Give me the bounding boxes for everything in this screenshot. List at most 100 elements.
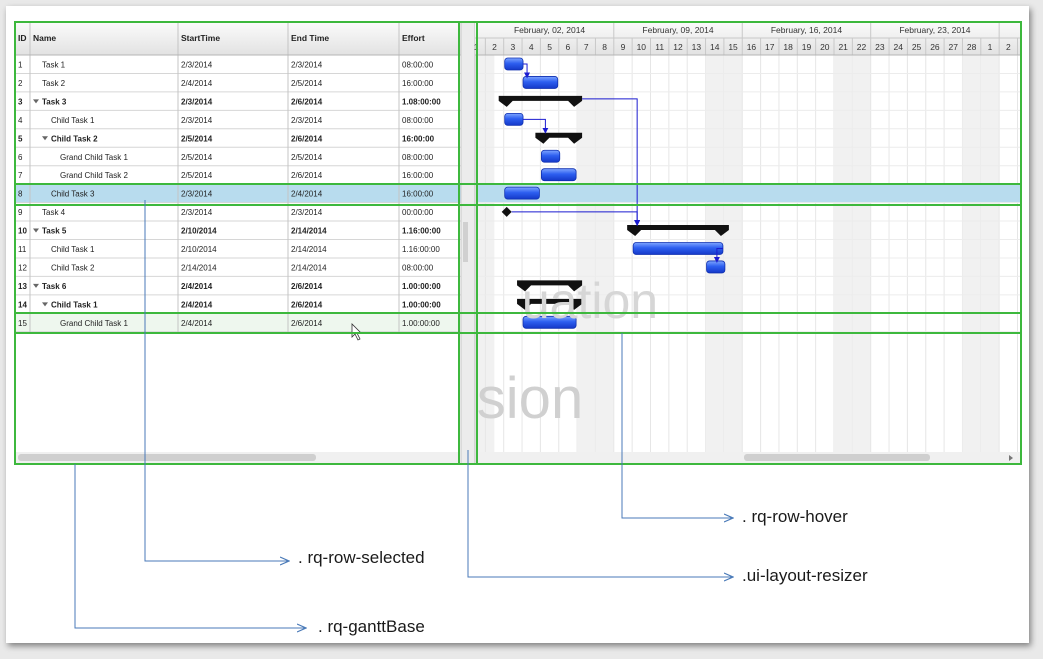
weekend-column: [962, 55, 981, 452]
cell-start-time: 2/10/2014: [181, 227, 217, 236]
annotation-layout-resizer: .ui-layout-resizer: [742, 566, 868, 585]
cell-start-time: 2/10/2014: [181, 245, 217, 254]
cell-name: Child Task 2: [51, 134, 98, 143]
cell-id: 14: [18, 300, 27, 309]
cell-start-time: 2/4/2014: [181, 282, 213, 291]
cell-id: 4: [18, 116, 23, 125]
watermark-line2: sion: [477, 366, 583, 431]
cell-name: Task 2: [42, 79, 66, 88]
cell-effort: 1.00:00:00: [402, 300, 441, 309]
day-label: 2: [492, 42, 497, 52]
column-header: StartTime: [181, 33, 220, 43]
day-label: 22: [857, 42, 867, 52]
gantt-chart: 1 2 3 4 5 6 7 8 9 10 11 12 13 14 15 16 17 18 19 20 21 22 23 24 2…: [474, 21, 1022, 465]
layout-resizer[interactable]: [460, 21, 476, 465]
week-label: February, 23, 2014: [899, 25, 970, 35]
cell-effort: 16:00:00: [402, 190, 434, 199]
cell-name: Task 6: [42, 282, 67, 291]
cell-id: 8: [18, 190, 23, 199]
task-bar[interactable]: [522, 76, 559, 89]
cell-effort: 00:00:00: [402, 208, 434, 217]
day-label: 1: [988, 42, 993, 52]
task-bar[interactable]: [504, 186, 540, 200]
cell-effort: 08:00:00: [402, 263, 434, 272]
column-header: ID: [18, 33, 27, 43]
cell-end-time: 2/6/2014: [291, 300, 323, 309]
cell-name: Child Task 1: [51, 245, 95, 254]
cell-id: 15: [18, 319, 27, 328]
cell-name: Task 1: [42, 61, 66, 70]
task-bar[interactable]: [706, 260, 726, 274]
column-header: End Time: [291, 33, 329, 43]
day-label: 7: [584, 42, 589, 52]
annotation-row-selected: . rq-row-selected: [298, 548, 425, 567]
day-label: 9: [621, 42, 626, 52]
day-label: 8: [602, 42, 607, 52]
cell-effort: 08:00:00: [402, 116, 434, 125]
day-label: 15: [728, 42, 738, 52]
task-bar[interactable]: [541, 149, 561, 163]
cell-start-time: 2/4/2014: [181, 319, 213, 328]
cell-end-time: 2/3/2014: [291, 61, 323, 70]
cell-name: Child Task 1: [51, 116, 95, 125]
task-bar[interactable]: [504, 112, 524, 126]
day-label: 18: [783, 42, 793, 52]
cell-start-time: 2/5/2014: [181, 134, 213, 143]
week-label: February, 02, 2014: [514, 25, 585, 35]
day-label: 3: [511, 42, 516, 52]
weekend-column: [834, 55, 853, 452]
grid-header: [15, 22, 461, 55]
cell-start-time: 2/4/2014: [181, 79, 213, 88]
cell-name: Task 3: [42, 97, 67, 106]
task-bar[interactable]: [541, 168, 577, 182]
cell-start-time: 2/3/2014: [181, 190, 213, 199]
cell-effort: 1.00:00:00: [402, 282, 441, 291]
cell-id: 1: [18, 61, 23, 70]
cell-effort: 08:00:00: [402, 153, 434, 162]
task-bar[interactable]: [632, 242, 724, 255]
cell-id: 2: [18, 79, 23, 88]
cell-end-time: 2/4/2014: [291, 190, 323, 199]
cell-effort: 1.16:00:00: [402, 245, 440, 254]
day-label: 6: [566, 42, 571, 52]
week-label: February, 16, 2014: [771, 25, 842, 35]
cell-effort: 16:00:00: [402, 134, 435, 143]
day-label: 2: [1006, 42, 1011, 52]
day-label: 27: [949, 42, 959, 52]
day-label: 16: [747, 42, 757, 52]
cell-id: 9: [18, 208, 23, 217]
cell-end-time: 2/5/2014: [291, 79, 323, 88]
cell-start-time: 2/3/2014: [181, 208, 213, 217]
table-row[interactable]: 15 Grand Child Task 1 2/4/2014 2/6/2014 1.00…: [15, 313, 461, 333]
column-header: Name: [33, 33, 56, 43]
weekend-column: [852, 55, 871, 452]
cell-name: Child Task 1: [51, 300, 98, 309]
cell-start-time: 2/5/2014: [181, 153, 213, 162]
cell-end-time: 2/3/2014: [291, 208, 323, 217]
gantt-scrollbar-thumb[interactable]: [744, 454, 930, 461]
day-label: 13: [692, 42, 702, 52]
task-bar[interactable]: [504, 57, 524, 71]
table-row[interactable]: 8 Child Task 3 2/3/2014 2/4/2014 16:00:00: [15, 184, 461, 204]
day-label: 10: [637, 42, 647, 52]
weekend-column: [723, 55, 743, 452]
cell-end-time: 2/6/2014: [291, 97, 323, 106]
cell-end-time: 2/6/2014: [291, 319, 323, 328]
day-label: 14: [710, 42, 720, 52]
cell-name: Grand Child Task 2: [60, 171, 128, 180]
cell-name: Grand Child Task 1: [60, 319, 128, 328]
cell-name: Task 5: [42, 227, 67, 236]
cell-id: 3: [18, 97, 23, 106]
annotation-gantt-base: . rq-ganttBase: [318, 617, 425, 636]
day-label: 17: [765, 42, 775, 52]
cell-id: 7: [18, 171, 23, 180]
day-label: 5: [547, 42, 552, 52]
task-grid: ID Name StartTime End Time Effort 1 Task 1 2/3…: [14, 21, 462, 465]
cell-id: 13: [18, 282, 27, 291]
day-label: 26: [930, 42, 940, 52]
cell-id: 11: [18, 245, 27, 254]
gantt-diagram: ID Name StartTime End Time Effort 1 Task 1 2/3…: [14, 21, 1022, 636]
day-label: 24: [893, 42, 903, 52]
grid-scrollbar-thumb[interactable]: [18, 454, 316, 461]
day-label: 11: [655, 42, 664, 52]
